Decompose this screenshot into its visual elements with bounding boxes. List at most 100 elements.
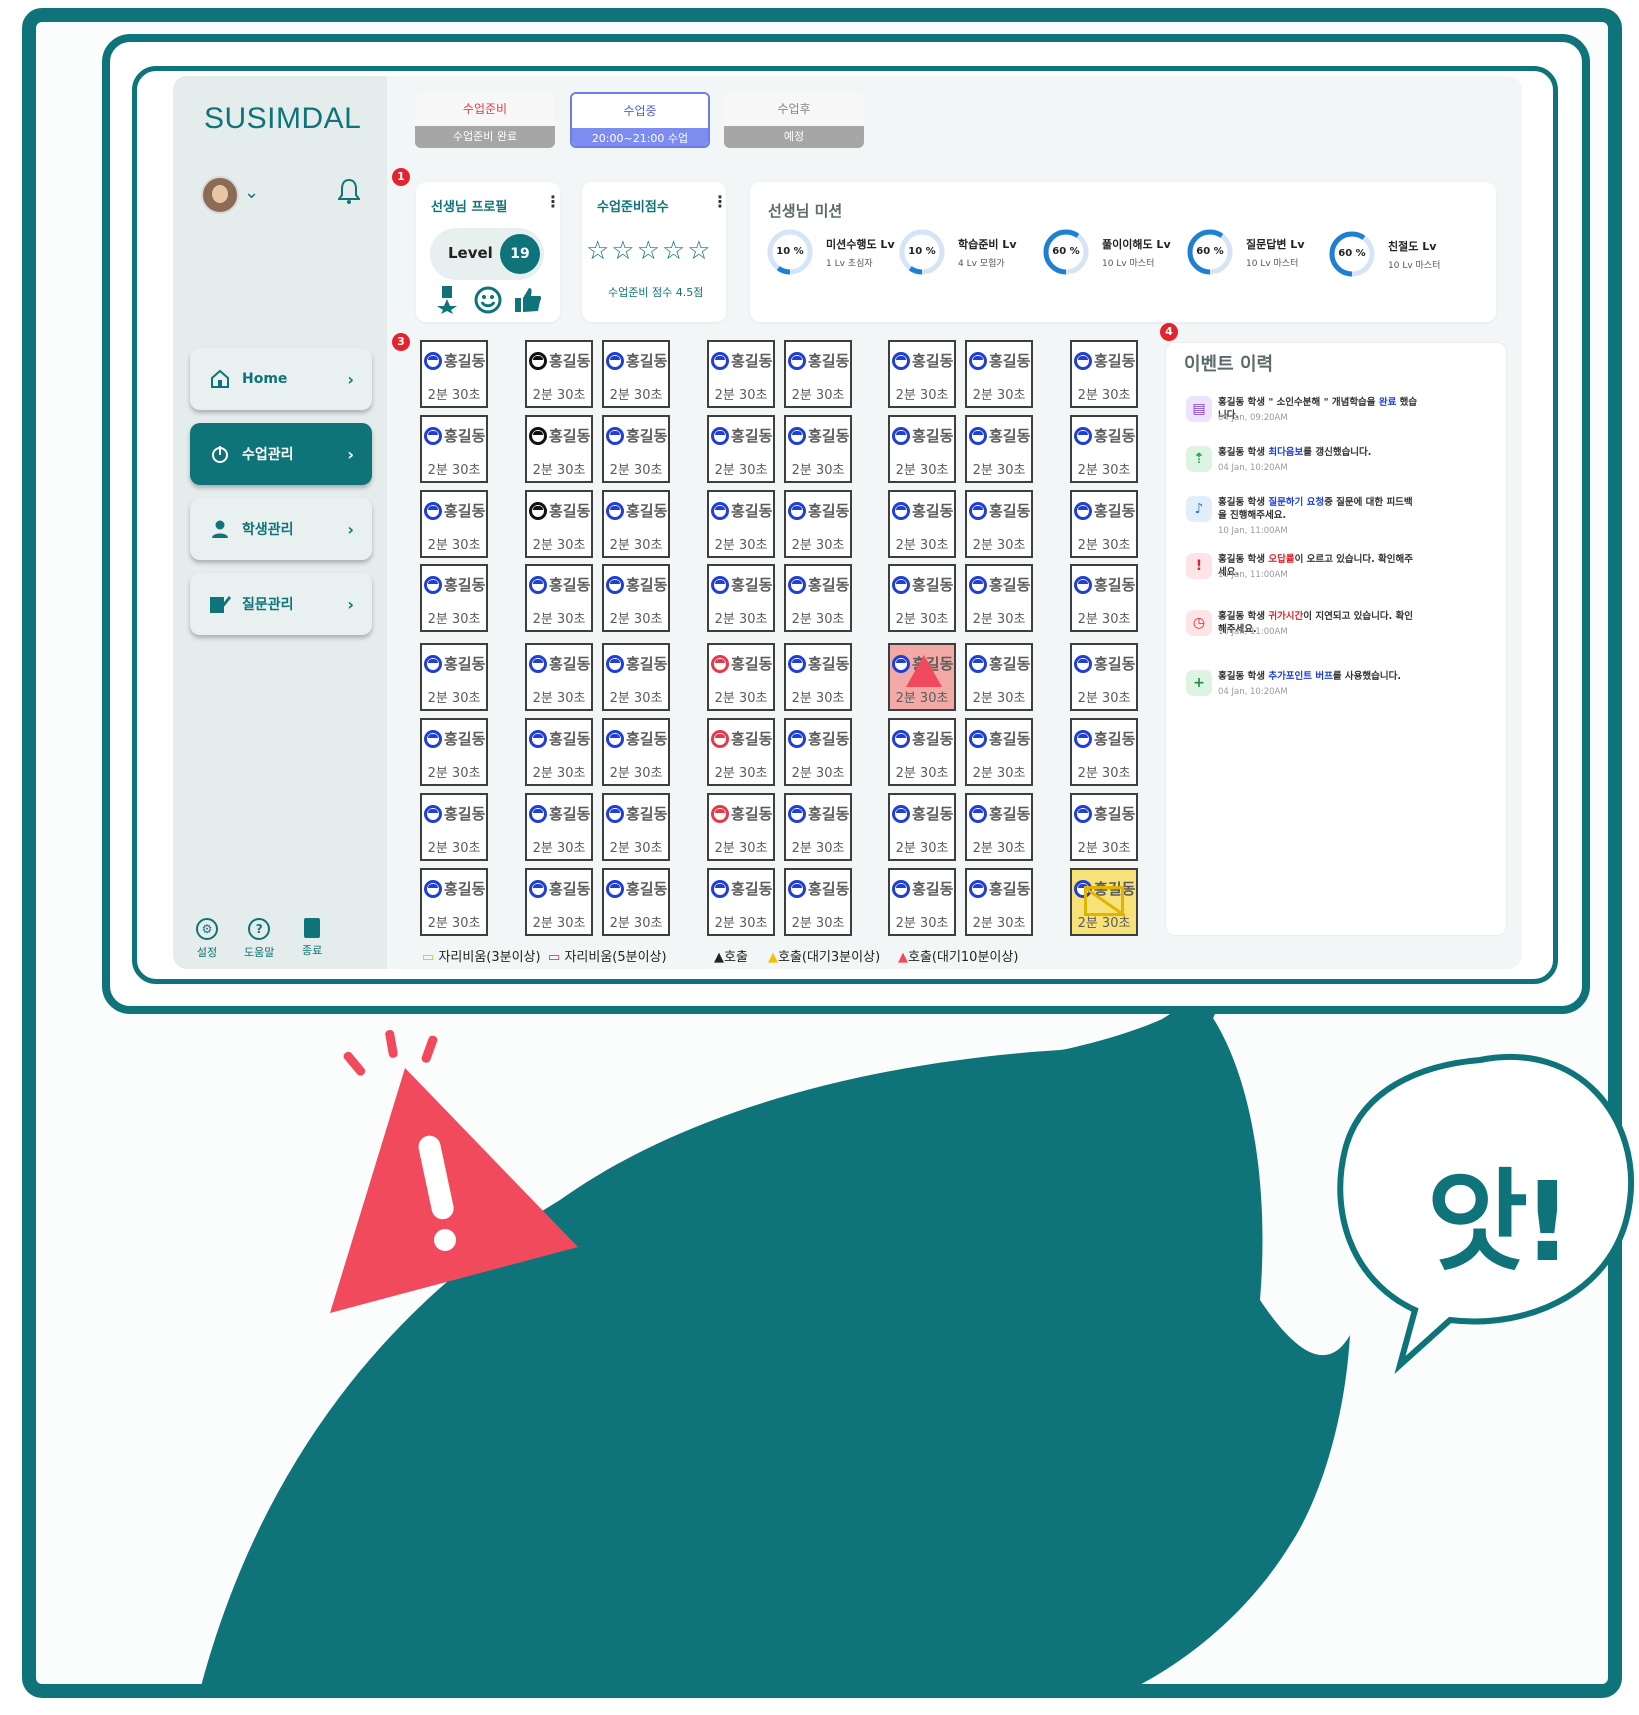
- seat[interactable]: 홍길동 2분 30초: [888, 868, 956, 936]
- student-name: 홍길동: [1094, 576, 1136, 594]
- seat[interactable]: 홍길동 2분 30초: [707, 340, 775, 408]
- seat[interactable]: 홍길동 2분 30초: [965, 340, 1033, 408]
- seat[interactable]: 홍길동 2분 30초: [602, 868, 670, 936]
- seat[interactable]: 홍길동 2분 30초: [602, 718, 670, 786]
- student-name: 홍길동: [549, 502, 591, 520]
- app-logo[interactable]: SUSIMDAL: [204, 102, 361, 136]
- seat[interactable]: 홍길동 2분 30초: [1070, 564, 1138, 632]
- seat[interactable]: 홍길동 2분 30초: [784, 564, 852, 632]
- seat[interactable]: 홍길동 2분 30초: [888, 490, 956, 558]
- seat[interactable]: 홍길동 2분 30초: [888, 564, 956, 632]
- student-name: 홍길동: [549, 576, 591, 594]
- seat[interactable]: 홍길동 2분 30초: [602, 490, 670, 558]
- seat[interactable]: 홍길동 2분 30초: [420, 643, 488, 711]
- seat[interactable]: 홍길동 2분 30초: [888, 415, 956, 483]
- seat[interactable]: 홍길동 2분 30초: [965, 564, 1033, 632]
- legend-away-3: ▭ 자리비움(3분이상): [422, 950, 541, 965]
- avatar[interactable]: [201, 176, 239, 214]
- mission-name: 미션수행도 Lv: [826, 237, 895, 251]
- event-text: 홍길동 학생 최다음보를 갱신했습니다.: [1218, 447, 1372, 458]
- seat[interactable]: 홍길동 2분 30초: [420, 564, 488, 632]
- seat[interactable]: 홍길동 2분 30초: [420, 340, 488, 408]
- alarm-icon: ◷: [1186, 610, 1212, 636]
- edit-icon: [208, 592, 232, 616]
- seat[interactable]: 홍길동 2분 30초: [965, 718, 1033, 786]
- seat[interactable]: 홍길동 2분 30초: [707, 490, 775, 558]
- sidebar-item-questions[interactable]: 질문관리 ›: [190, 573, 372, 635]
- seat[interactable]: 홍길동 2분 30초: [888, 643, 956, 711]
- tab-after-status: 예정: [724, 126, 864, 148]
- bell-icon[interactable]: [338, 178, 360, 204]
- seat[interactable]: 홍길동 2분 30초: [1070, 718, 1138, 786]
- seat[interactable]: 홍길동 2분 30초: [888, 793, 956, 861]
- settings-button[interactable]: ⚙ 설정: [196, 918, 218, 960]
- seat[interactable]: 홍길동 2분 30초: [707, 415, 775, 483]
- tab-prep[interactable]: 수업준비 수업준비 완료: [415, 92, 555, 148]
- seat[interactable]: 홍길동 2분 30초: [525, 718, 593, 786]
- seat-time: 2분 30초: [427, 691, 481, 706]
- seat[interactable]: 홍길동 2분 30초: [965, 793, 1033, 861]
- seat[interactable]: 홍길동 2분 30초: [525, 340, 593, 408]
- seat[interactable]: 홍길동 2분 30초: [525, 415, 593, 483]
- seat[interactable]: 홍길동 2분 30초: [784, 415, 852, 483]
- seat[interactable]: 홍길동 2분 30초: [965, 868, 1033, 936]
- seat[interactable]: 홍길동 2분 30초: [525, 868, 593, 936]
- seat[interactable]: 홍길동 2분 30초: [888, 718, 956, 786]
- sidebar-item-students[interactable]: 학생관리 ›: [190, 498, 372, 560]
- seat[interactable]: 홍길동 2분 30초: [707, 868, 775, 936]
- seat[interactable]: 홍길동 2분 30초: [1070, 415, 1138, 483]
- seat[interactable]: 홍길동 2분 30초: [1070, 868, 1138, 936]
- seat[interactable]: 홍길동 2분 30초: [784, 868, 852, 936]
- seat[interactable]: 홍길동 2분 30초: [784, 490, 852, 558]
- seat[interactable]: 홍길동 2분 30초: [888, 340, 956, 408]
- student-face-icon: [969, 501, 987, 520]
- student-face-icon: [711, 501, 729, 520]
- seat[interactable]: 홍길동 2분 30초: [1070, 340, 1138, 408]
- seat[interactable]: 홍길동 2분 30초: [965, 490, 1033, 558]
- student-face-icon: [969, 426, 987, 445]
- sidebar-item-home[interactable]: Home ›: [190, 348, 372, 410]
- seat[interactable]: 홍길동 2분 30초: [1070, 793, 1138, 861]
- seat[interactable]: 홍길동 2분 30초: [525, 643, 593, 711]
- seat[interactable]: 홍길동 2분 30초: [420, 868, 488, 936]
- exit-button[interactable]: 종료: [302, 918, 322, 958]
- progress-percent: 60 %: [1338, 248, 1366, 259]
- tab-after[interactable]: 수업후 예정: [724, 92, 864, 148]
- help-button[interactable]: ? 도움말: [244, 918, 274, 960]
- seat[interactable]: 홍길동 2분 30초: [707, 643, 775, 711]
- seat[interactable]: 홍길동 2분 30초: [602, 564, 670, 632]
- sidebar-item-class[interactable]: 수업관리 ›: [190, 423, 372, 485]
- seat[interactable]: 홍길동 2분 30초: [965, 643, 1033, 711]
- tab-in-class[interactable]: 수업중 20:00~21:00 수업: [570, 92, 710, 148]
- more-icon[interactable]: ⋮: [712, 192, 728, 211]
- seat[interactable]: 홍길동 2분 30초: [965, 415, 1033, 483]
- seat[interactable]: 홍길동 2분 30초: [1070, 490, 1138, 558]
- seat[interactable]: 홍길동 2분 30초: [525, 793, 593, 861]
- call-black-icon: ▲: [714, 950, 724, 965]
- seat[interactable]: 홍길동 2분 30초: [707, 718, 775, 786]
- chevron-down-icon[interactable]: ⌄: [244, 182, 259, 203]
- student-name: 홍길동: [549, 352, 591, 370]
- seat[interactable]: 홍길동 2분 30초: [420, 718, 488, 786]
- seat[interactable]: 홍길동 2분 30초: [525, 490, 593, 558]
- seat[interactable]: 홍길동 2분 30초: [784, 643, 852, 711]
- seat[interactable]: 홍길동 2분 30초: [784, 793, 852, 861]
- seat[interactable]: 홍길동 2분 30초: [420, 490, 488, 558]
- seat[interactable]: 홍길동 2분 30초: [420, 793, 488, 861]
- seat[interactable]: 홍길동 2분 30초: [784, 718, 852, 786]
- seat[interactable]: 홍길동 2분 30초: [707, 793, 775, 861]
- seat[interactable]: 홍길동 2분 30초: [420, 415, 488, 483]
- seat[interactable]: 홍길동 2분 30초: [602, 415, 670, 483]
- more-icon[interactable]: ⋮: [545, 192, 561, 211]
- seat[interactable]: 홍길동 2분 30초: [784, 340, 852, 408]
- seat[interactable]: 홍길동 2분 30초: [707, 564, 775, 632]
- seat[interactable]: 홍길동 2분 30초: [602, 643, 670, 711]
- away-yellow-icon: [1084, 886, 1126, 917]
- seat[interactable]: 홍길동 2분 30초: [602, 793, 670, 861]
- seat[interactable]: 홍길동 2분 30초: [1070, 643, 1138, 711]
- seat[interactable]: 홍길동 2분 30초: [602, 340, 670, 408]
- event-date: 10 Jan, 11:00AM: [1218, 570, 1288, 580]
- student-name: 홍길동: [1094, 502, 1136, 520]
- mission-item: 10 % 미션수행도 Lv 1 Lv 초심자: [766, 228, 895, 276]
- seat[interactable]: 홍길동 2분 30초: [525, 564, 593, 632]
